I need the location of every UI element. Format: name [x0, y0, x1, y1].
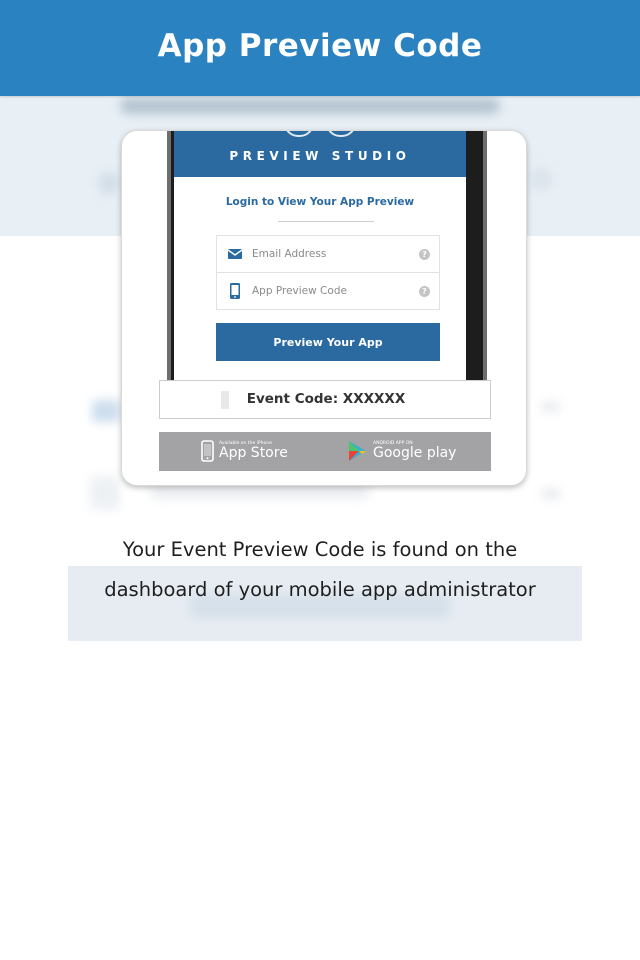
instruction-caption: Your Event Preview Code is found on the … [40, 530, 600, 610]
app-store-text: App Store [219, 445, 288, 461]
code-placeholder: App Preview Code [252, 285, 347, 297]
question-icon[interactable]: ? [419, 249, 430, 260]
header-bar: App Preview Code [0, 0, 640, 96]
store-badges-bar: Available on the iPhone App Store ANDROI… [159, 432, 491, 471]
caption-line-2: dashboard of your mobile app administrat… [104, 578, 536, 601]
apple-phone-icon [201, 440, 214, 462]
brand-name: PREVIEW STUDIO [229, 149, 411, 163]
page-title: App Preview Code [157, 28, 483, 64]
envelope-icon [227, 249, 243, 259]
caption-line-1: Your Event Preview Code is found on the [122, 538, 518, 561]
email-placeholder: Email Address [252, 248, 327, 260]
mobile-phone-icon [230, 283, 240, 299]
google-play-text: Google play [373, 445, 457, 461]
login-heading: Login to View Your App Preview [225, 196, 415, 208]
preview-your-app-button[interactable]: Preview Your App [216, 323, 440, 361]
preview-card: PREVIEW STUDIO Login to View Your App Pr… [121, 130, 527, 486]
brand-bar: PREVIEW STUDIO [174, 131, 466, 177]
phone-screen: PREVIEW STUDIO Login to View Your App Pr… [174, 131, 466, 381]
question-icon[interactable]: ? [419, 286, 430, 297]
preview-code-field[interactable]: App Preview Code ? [216, 272, 440, 310]
event-code-label: Event Code: XXXXXX [246, 391, 406, 407]
email-field[interactable]: Email Address ? [216, 235, 440, 272]
logo-icon [284, 131, 314, 137]
event-code-box: Event Code: XXXXXX [159, 380, 491, 419]
app-store-badge[interactable]: Available on the iPhone App Store [201, 432, 297, 471]
google-play-icon [349, 441, 366, 461]
divider [278, 221, 374, 222]
google-play-badge[interactable]: ANDROID APP ON Google play [347, 432, 456, 471]
